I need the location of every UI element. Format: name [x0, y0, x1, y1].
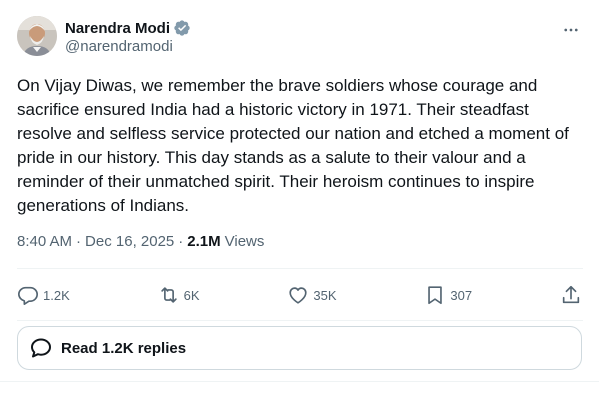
repost-button[interactable]: 6K: [158, 284, 200, 306]
avatar-portrait: [17, 16, 57, 56]
views-count[interactable]: 2.1M: [187, 233, 220, 250]
views-label: Views: [224, 233, 265, 250]
tweet-text: On Vijay Diwas, we remember the brave so…: [17, 76, 569, 215]
heart-icon: [289, 287, 308, 304]
action-bar: 1.2K 6K 35K 307: [17, 282, 582, 308]
tweet-meta: 8:40 AM · Dec 16, 2025 · 2.1M Views: [17, 233, 264, 250]
share-icon: [562, 285, 580, 304]
reply-button[interactable]: 1.2K: [17, 284, 70, 306]
bookmark-button[interactable]: 307: [424, 284, 472, 306]
avatar[interactable]: [17, 16, 57, 56]
reply-icon: [18, 286, 38, 305]
more-options-icon[interactable]: [559, 18, 583, 42]
tweet-time[interactable]: 8:40 AM: [17, 233, 72, 250]
author-names: Narendra Modi @narendramodi: [65, 16, 191, 55]
share-button[interactable]: [560, 284, 582, 306]
like-count: 35K: [313, 287, 337, 303]
tweet-card: Narendra Modi @narendramodi On Vijay Diw…: [0, 0, 599, 402]
divider: [0, 381, 599, 382]
reply-count: 1.2K: [43, 287, 70, 303]
tweet-header: Narendra Modi @narendramodi: [17, 16, 583, 60]
verified-badge-icon[interactable]: [173, 19, 191, 37]
bookmark-count: 307: [450, 287, 473, 303]
like-button[interactable]: 35K: [287, 284, 337, 306]
author-handle[interactable]: @narendramodi: [65, 38, 191, 55]
repost-icon: [160, 287, 177, 303]
repost-count: 6K: [183, 287, 200, 303]
divider: [17, 268, 583, 269]
name-row: Narendra Modi: [65, 18, 191, 38]
meta-separator-2: ·: [178, 233, 184, 250]
divider: [17, 320, 583, 321]
author-display-name[interactable]: Narendra Modi: [65, 20, 170, 37]
tweet-date[interactable]: Dec 16, 2025: [85, 233, 174, 250]
bookmark-icon: [428, 286, 443, 305]
meta-separator: ·: [76, 233, 82, 250]
read-replies-label: Read 1.2K replies: [61, 339, 187, 357]
read-replies-button[interactable]: Read 1.2K replies: [17, 326, 582, 370]
speech-bubble-icon: [31, 338, 51, 358]
